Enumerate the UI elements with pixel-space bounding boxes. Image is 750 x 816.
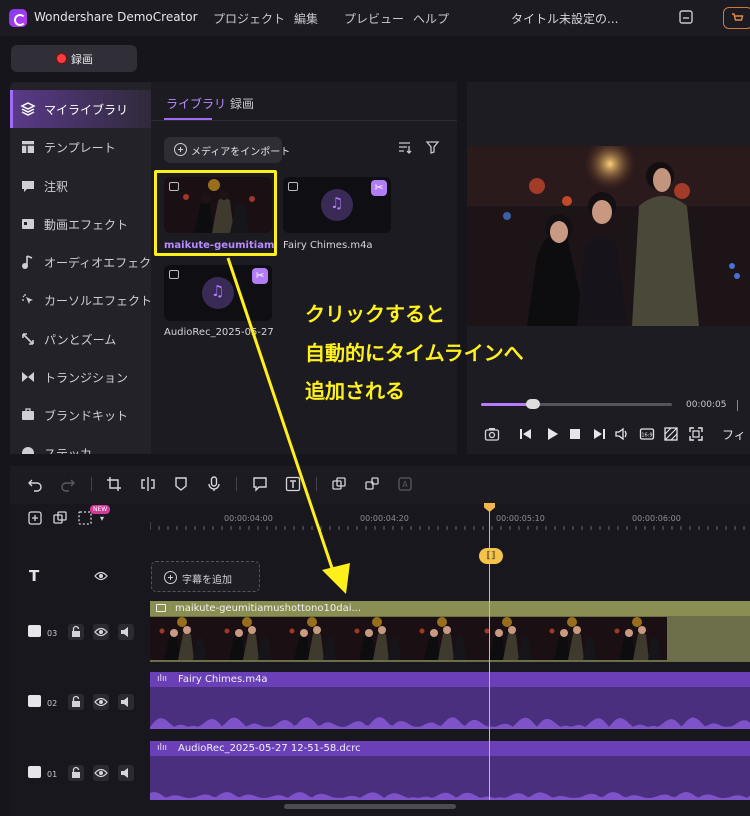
annotation-arrow — [226, 257, 350, 594]
annotation-line: 追加される — [305, 379, 405, 403]
annotation-line: 自動的にタイムラインへ — [305, 341, 524, 365]
annotation-line: クリックすると — [305, 302, 445, 326]
